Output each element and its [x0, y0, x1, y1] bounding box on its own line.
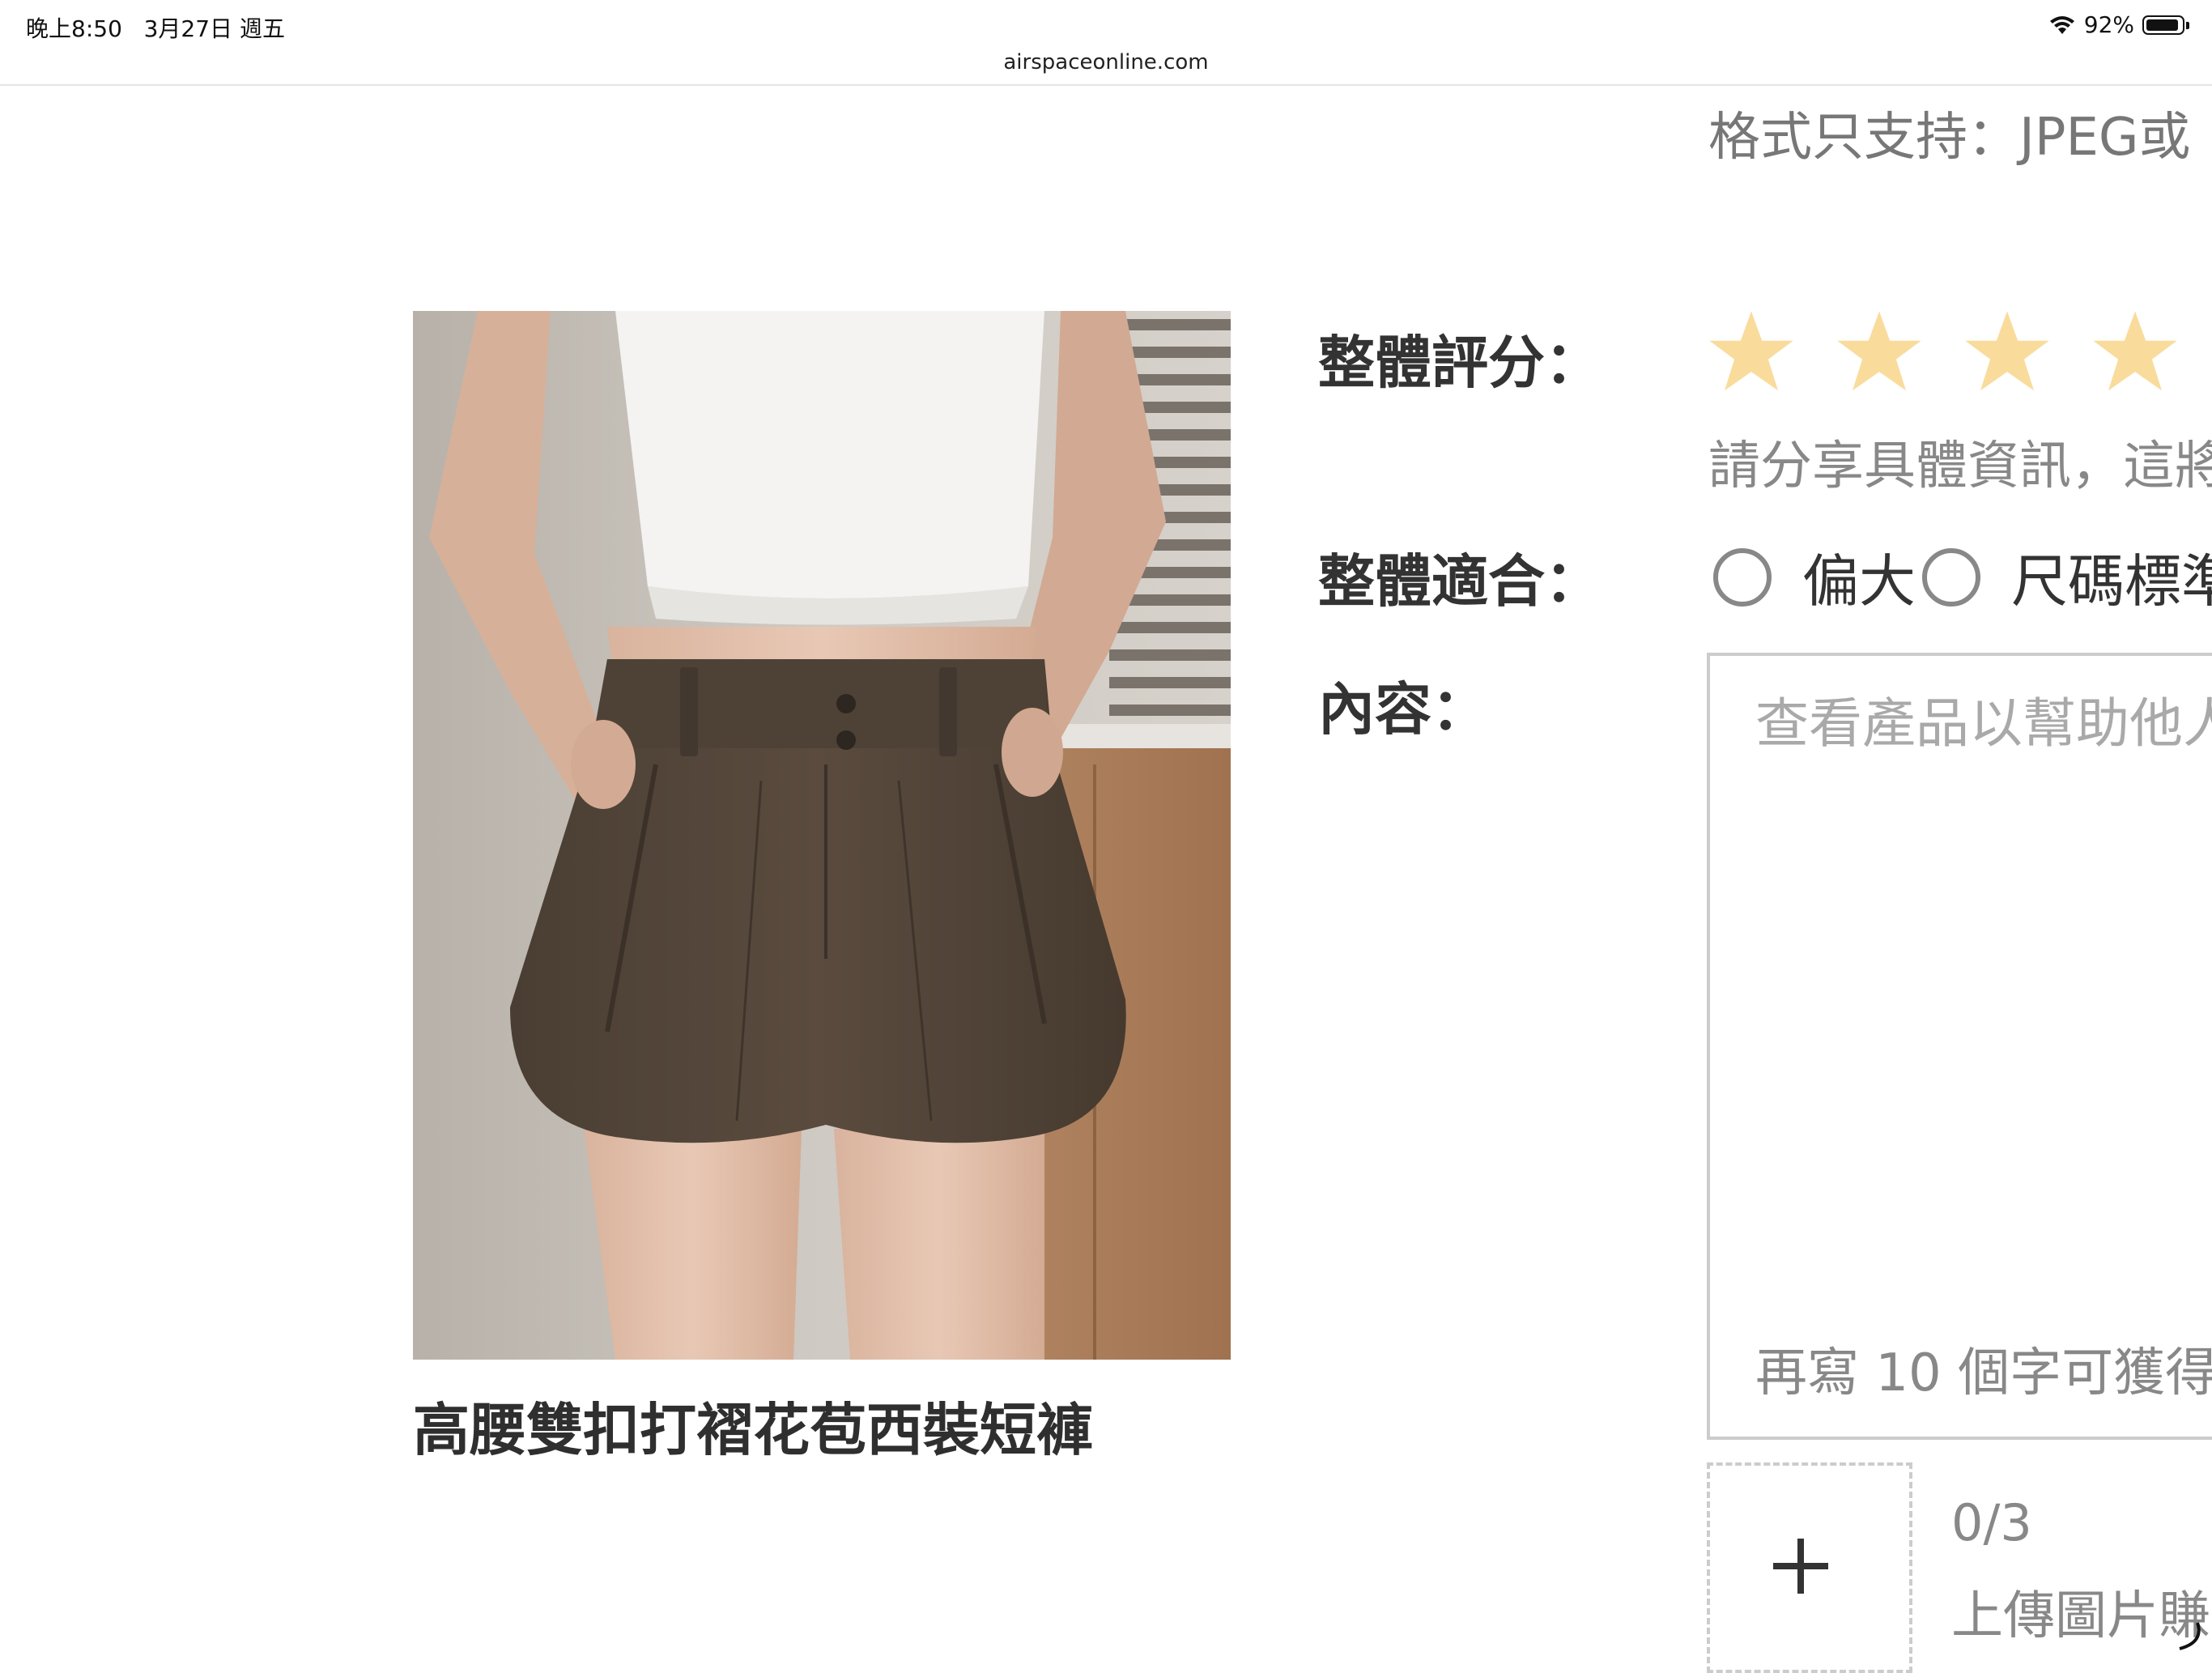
wifi-icon: [2049, 15, 2074, 34]
divider: [0, 84, 2212, 86]
content-textarea[interactable]: 查看產品以幫助他人 再寫 10 個字可獲得: [1707, 653, 2212, 1440]
content-count-hint: 再寫 10 個字可獲得: [1755, 1343, 2212, 1403]
fit-radio-large[interactable]: [1713, 547, 1772, 607]
star-icon[interactable]: [1835, 308, 1924, 397]
url-bar[interactable]: airspaceonline.com: [0, 50, 2212, 84]
product-image: [413, 311, 1231, 1360]
status-time: 晚上8:50: [26, 15, 122, 42]
product-photo: [413, 311, 1231, 1360]
content-placeholder: 查看產品以幫助他人: [1755, 692, 2212, 755]
scroll-indicator-icon: [2179, 1622, 2201, 1650]
status-right: 92%: [2048, 11, 2189, 38]
product-title: 高腰雙扣打褶花苞西裝短褲: [413, 1397, 1093, 1463]
fit-label: 整體適合：: [1318, 548, 1602, 615]
rating-stars[interactable]: [1707, 308, 2180, 397]
rating-label: 整體評分：: [1318, 330, 1602, 396]
format-note: 格式只支持：JPEG或: [1708, 108, 2191, 168]
status-bar: 晚上8:50 3月27日 週五 92%: [0, 0, 2212, 50]
rating-hint: 請分享具體資訊，這將: [1708, 436, 2212, 496]
upload-text: 上傳圖片賺: [1951, 1586, 2210, 1646]
fit-radio-standard[interactable]: [1922, 547, 1980, 607]
fit-option-standard-label[interactable]: 尺碼標準: [2011, 536, 2212, 618]
star-icon[interactable]: [1963, 308, 2052, 397]
url-text[interactable]: airspaceonline.com: [1003, 50, 1208, 74]
battery-icon: [2142, 15, 2189, 35]
fit-options: 偏大 尺碼標準: [1713, 536, 2212, 618]
star-icon[interactable]: [1707, 308, 1796, 397]
upload-count: 0/3: [1951, 1493, 2032, 1552]
content-label: 內容：: [1318, 676, 1488, 743]
plus-icon: [1773, 1539, 1828, 1594]
battery-percent: 92%: [2083, 11, 2134, 38]
status-date: 3月27日 週五: [143, 15, 285, 42]
fit-option-large-label[interactable]: 偏大: [1802, 536, 1916, 618]
status-time-date: 晚上8:50 3月27日 週五: [26, 11, 285, 44]
star-icon[interactable]: [2091, 308, 2180, 397]
upload-image-button[interactable]: [1707, 1462, 1912, 1673]
